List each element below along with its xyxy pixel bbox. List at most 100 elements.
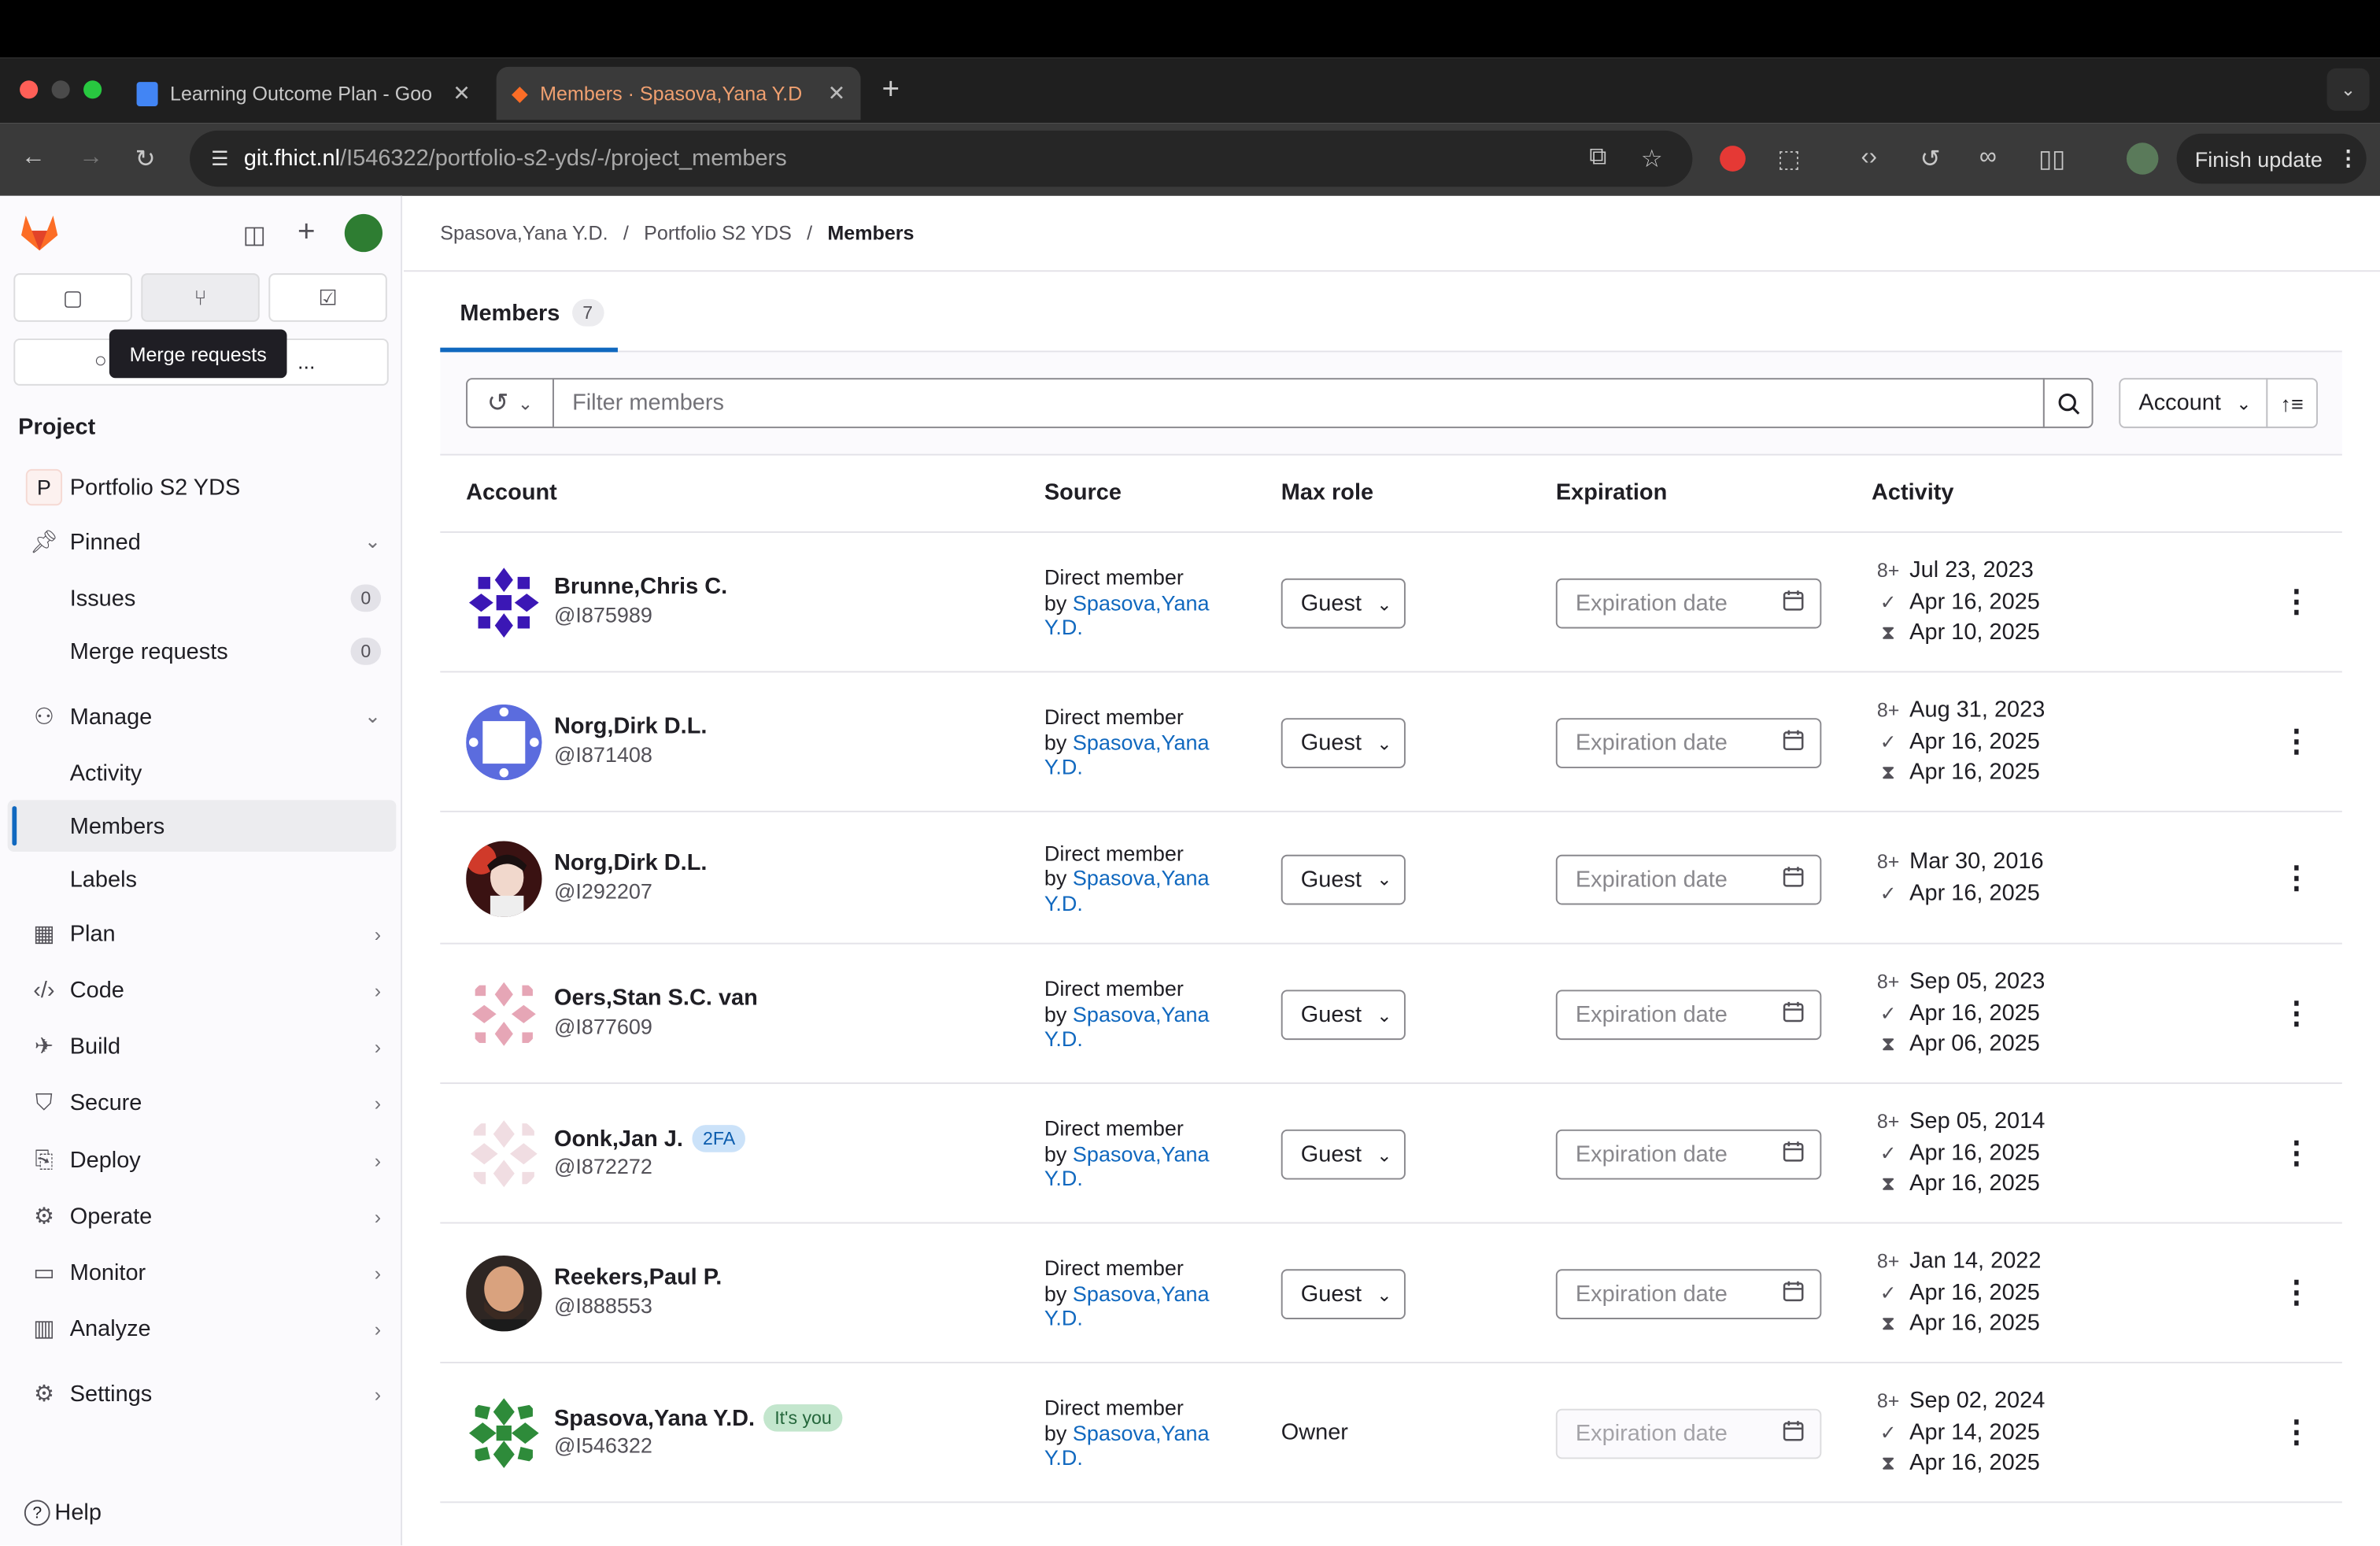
tab-members[interactable]: Members 7: [460, 298, 604, 327]
member-actions-kebab-icon[interactable]: ⋮: [2282, 994, 2312, 1032]
source-user-link[interactable]: Spasova,Yana: [1073, 1281, 1210, 1305]
sidebar-item-analyze[interactable]: ▥ Analyze ›: [18, 1303, 396, 1355]
max-role-dropdown[interactable]: Guest ⌄: [1281, 578, 1406, 629]
issues-button[interactable]: ▢: [13, 273, 132, 322]
more-menu-icon[interactable]: ⋮: [2338, 146, 2359, 172]
sidebar-item-build[interactable]: ✈ Build ›: [18, 1020, 396, 1072]
max-role-dropdown[interactable]: Guest ⌄: [1281, 1129, 1406, 1180]
reading-mode-icon[interactable]: ▯▯: [2038, 144, 2065, 175]
member-actions-kebab-icon[interactable]: ⋮: [2282, 723, 2312, 760]
member-avatar[interactable]: [466, 840, 542, 916]
new-tab-icon[interactable]: +: [882, 73, 900, 108]
browser-tab-docs[interactable]: Learning Outcome Plan - Goo ✕: [121, 67, 486, 120]
member-actions-kebab-icon[interactable]: ⋮: [2282, 1414, 2312, 1452]
member-actions-kebab-icon[interactable]: ⋮: [2282, 1274, 2312, 1311]
source-user-link[interactable]: Y.D.: [1044, 1166, 1083, 1190]
sidebar-item-pinned[interactable]: 📌︎ Pinned ⌄: [18, 516, 396, 568]
filter-members-input[interactable]: Filter members: [552, 378, 2045, 428]
create-new-icon[interactable]: +: [298, 216, 316, 250]
user-avatar[interactable]: [344, 213, 383, 253]
member-avatar[interactable]: [466, 704, 542, 781]
source-user-link[interactable]: Spasova,Yana: [1073, 1001, 1210, 1026]
reload-icon[interactable]: ↻: [135, 144, 156, 175]
member-name[interactable]: Spasova,Yana Y.D. It's you: [554, 1404, 843, 1432]
recent-searches-button[interactable]: ↺ ⌄: [466, 378, 554, 428]
member-actions-kebab-icon[interactable]: ⋮: [2282, 859, 2312, 897]
address-bar[interactable]: ☰ git.fhict.nl/I546322/portfolio-s2-yds/…: [190, 130, 1693, 187]
window-close-button[interactable]: [20, 80, 39, 99]
source-user-link[interactable]: Y.D.: [1044, 755, 1083, 779]
site-settings-icon[interactable]: ☰: [211, 146, 228, 171]
sidebar-item-manage[interactable]: ⚇ Manage ⌄: [18, 691, 396, 743]
expiration-date-input[interactable]: Expiration date: [1555, 853, 1822, 904]
bookmark-star-icon[interactable]: ☆: [1641, 144, 1663, 175]
back-icon[interactable]: ←: [21, 144, 46, 172]
breadcrumb-current[interactable]: Members: [827, 222, 914, 245]
devtools-code-icon[interactable]: ‹›: [1861, 144, 1877, 172]
window-zoom-button[interactable]: [83, 80, 102, 99]
gitlab-logo-icon[interactable]: [18, 213, 61, 260]
source-user-link[interactable]: Spasova,Yana: [1073, 865, 1210, 890]
expiration-date-input[interactable]: Expiration date: [1555, 1129, 1822, 1180]
close-tab-icon[interactable]: ✕: [828, 80, 846, 106]
member-name[interactable]: Norg,Dirk D.L.: [554, 713, 707, 739]
install-app-icon[interactable]: ⧉: [1589, 144, 1606, 172]
member-avatar[interactable]: [466, 1115, 542, 1192]
max-role-dropdown[interactable]: Guest ⌄: [1281, 718, 1406, 768]
source-user-link[interactable]: Spasova,Yana: [1073, 590, 1210, 614]
profile-avatar[interactable]: [2126, 142, 2159, 175]
expiration-date-input[interactable]: Expiration date: [1555, 578, 1822, 629]
sort-direction-button[interactable]: ↑≡: [2266, 378, 2318, 428]
member-actions-kebab-icon[interactable]: ⋮: [2282, 1134, 2312, 1172]
expiration-date-input[interactable]: Expiration date: [1555, 718, 1822, 768]
extension-shield-icon[interactable]: [1720, 146, 1746, 172]
collapse-sidebar-icon[interactable]: ◫: [243, 220, 266, 251]
finish-update-button[interactable]: Finish update ⋮: [2176, 133, 2367, 184]
help-button[interactable]: ? Help: [24, 1500, 102, 1526]
search-button[interactable]: [2042, 378, 2094, 428]
sidebar-item-code[interactable]: ‹/› Code ›: [18, 964, 396, 1016]
max-role-dropdown[interactable]: Guest ⌄: [1281, 853, 1406, 904]
sidebar-item-settings[interactable]: ⚙ Settings ›: [18, 1368, 396, 1420]
window-minimize-button[interactable]: [51, 80, 70, 99]
member-avatar[interactable]: [466, 1395, 542, 1471]
sidebar-project-link[interactable]: P Portfolio S2 YDS: [18, 461, 396, 513]
source-user-link[interactable]: Y.D.: [1044, 1445, 1083, 1470]
member-name[interactable]: Brunne,Chris C.: [554, 574, 727, 600]
member-name[interactable]: Oers,Stan S.C. van: [554, 986, 758, 1012]
sidebar-item-operate[interactable]: ⚙ Operate ›: [18, 1190, 396, 1242]
source-user-link[interactable]: Y.D.: [1044, 1026, 1083, 1051]
source-user-link[interactable]: Spasova,Yana: [1073, 730, 1210, 754]
member-name[interactable]: Reekers,Paul P.: [554, 1265, 722, 1291]
sidebar-item-activity[interactable]: Activity: [18, 747, 396, 799]
breadcrumb-project[interactable]: Portfolio S2 YDS: [644, 222, 792, 245]
sidebar-item-deploy[interactable]: ⎘ Deploy ›: [18, 1134, 396, 1186]
max-role-dropdown[interactable]: Guest ⌄: [1281, 989, 1406, 1041]
sidebar-item-members[interactable]: Members: [7, 800, 397, 852]
sidebar-item-issues[interactable]: Issues 0: [18, 572, 396, 624]
source-user-link[interactable]: Y.D.: [1044, 890, 1083, 915]
todos-button[interactable]: ☑: [268, 273, 387, 322]
member-name[interactable]: Norg,Dirk D.L.: [554, 849, 707, 875]
tab-search-chevron-icon[interactable]: ⌄: [2326, 68, 2370, 111]
member-avatar[interactable]: [466, 564, 542, 641]
close-tab-icon[interactable]: ✕: [453, 80, 471, 106]
merge-requests-button[interactable]: ⑂: [141, 273, 260, 322]
source-user-link[interactable]: Y.D.: [1044, 615, 1083, 639]
sidebar-item-merge-requests[interactable]: Merge requests 0: [18, 626, 396, 678]
source-user-link[interactable]: Spasova,Yana: [1073, 1141, 1210, 1165]
sort-field-dropdown[interactable]: Account ⌄: [2119, 378, 2268, 428]
member-avatar[interactable]: [466, 1255, 542, 1332]
sidebar-item-secure[interactable]: ⛉ Secure ›: [18, 1076, 396, 1128]
max-role-dropdown[interactable]: Guest ⌄: [1281, 1269, 1406, 1319]
sidebar-item-plan[interactable]: ▦ Plan ›: [18, 908, 396, 960]
expiration-date-input[interactable]: Expiration date: [1555, 989, 1822, 1041]
extensions-puzzle-icon[interactable]: ⬚: [1777, 144, 1800, 175]
sidebar-item-labels[interactable]: Labels: [18, 853, 396, 905]
breadcrumb-user[interactable]: Spasova,Yana Y.D.: [440, 222, 608, 245]
expiration-date-input[interactable]: Expiration date: [1555, 1269, 1822, 1319]
browser-tab-members[interactable]: ◆ Members · Spasova,Yana Y.D ✕: [496, 66, 861, 120]
sidebar-item-monitor[interactable]: ▭ Monitor ›: [18, 1246, 396, 1298]
member-name[interactable]: Oonk,Jan J. 2FA: [554, 1125, 746, 1152]
source-user-link[interactable]: Spasova,Yana: [1073, 1420, 1210, 1444]
